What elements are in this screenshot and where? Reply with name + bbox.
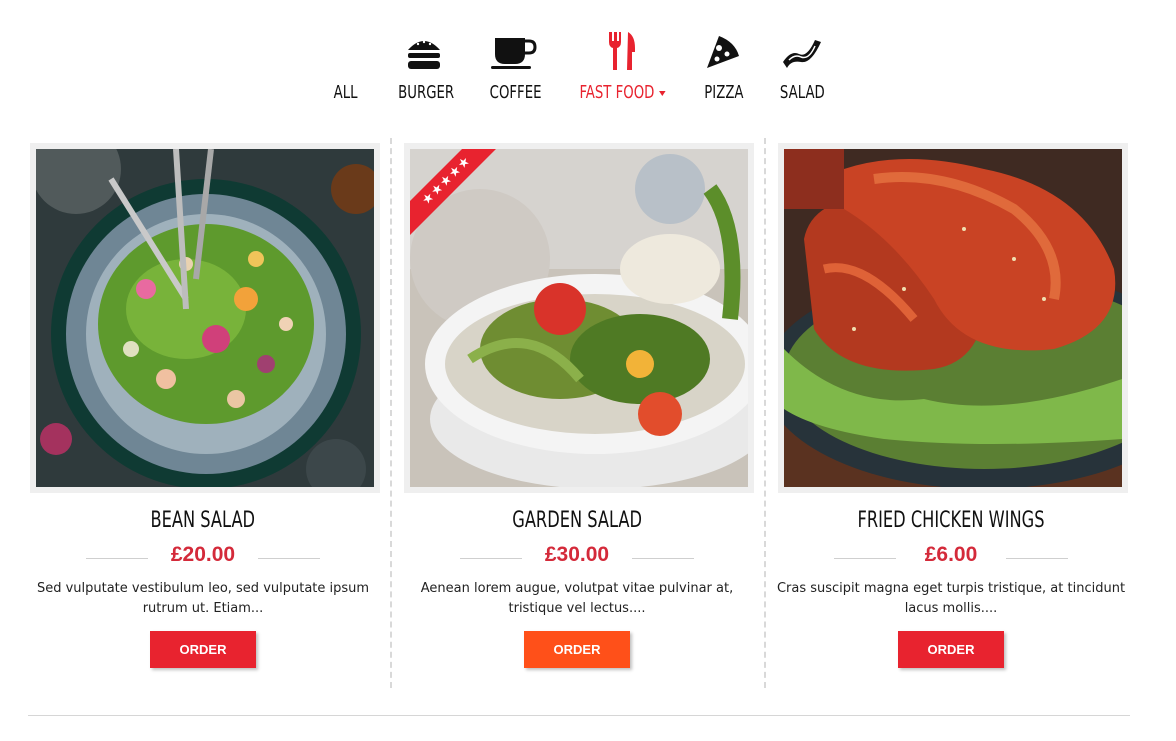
- column-divider: [390, 138, 392, 688]
- tab-coffee[interactable]: COFFEE: [484, 30, 544, 103]
- product-name[interactable]: FRIED CHICKEN WINGS: [857, 508, 1044, 533]
- order-button[interactable]: ORDER: [524, 631, 630, 668]
- category-filter-tabs: ALL BURGER COFFEE FAST FOOD PIZZA SALAD: [0, 30, 1176, 110]
- tab-burger-label: BURGER: [398, 82, 455, 103]
- product-name[interactable]: GARDEN SALAD: [512, 508, 642, 533]
- product-price: £30.00: [544, 543, 610, 566]
- product-image[interactable]: [30, 143, 380, 493]
- bacon-icon: [774, 30, 830, 70]
- order-button[interactable]: ORDER: [898, 631, 1004, 668]
- product-name[interactable]: BEAN SALAD: [151, 508, 256, 533]
- tab-all[interactable]: ALL: [328, 30, 364, 103]
- product-description: Cras suscipit magna eget turpis tristiqu…: [776, 581, 1126, 616]
- chevron-down-icon[interactable]: [659, 90, 666, 96]
- product-card: ★★★★★ GARDEN SALAD £30.00 Aenean lorem a…: [402, 143, 754, 688]
- tab-pizza-label: PIZZA: [704, 82, 744, 103]
- tab-salad-label: SALAD: [779, 82, 825, 103]
- tab-pizza[interactable]: PIZZA: [700, 30, 746, 103]
- divider: [1006, 558, 1068, 559]
- tab-salad[interactable]: SALAD: [774, 30, 830, 103]
- order-button[interactable]: ORDER: [150, 631, 256, 668]
- product-price: £20.00: [170, 543, 236, 566]
- tab-fast-food-label: FAST FOOD: [579, 82, 655, 103]
- divider: [258, 558, 320, 559]
- column-divider: [764, 138, 766, 688]
- fork-knife-icon: [570, 30, 672, 70]
- product-price: £6.00: [924, 543, 978, 566]
- tab-fast-food[interactable]: FAST FOOD: [570, 30, 672, 103]
- tab-all-label: ALL: [334, 82, 358, 103]
- product-description: Sed vulputate vestibulum leo, sed vulput…: [36, 581, 370, 616]
- divider: [632, 558, 694, 559]
- burger-icon: [392, 30, 456, 70]
- product-card: FRIED CHICKEN WINGS £6.00 Cras suscipit …: [776, 143, 1128, 688]
- product-grid: BEAN SALAD £20.00 Sed vulputate vestibul…: [28, 138, 1130, 688]
- product-description: Aenean lorem augue, volutpat vitae pulvi…: [420, 581, 734, 616]
- pizza-slice-icon: [700, 30, 746, 70]
- product-card: BEAN SALAD £20.00 Sed vulputate vestibul…: [28, 143, 380, 688]
- product-image[interactable]: [778, 143, 1128, 493]
- tab-coffee-label: COFFEE: [489, 82, 542, 103]
- section-divider: [28, 715, 1130, 716]
- product-image[interactable]: ★★★★★: [404, 143, 754, 493]
- tab-burger[interactable]: BURGER: [392, 30, 456, 103]
- coffee-cup-icon: [484, 30, 544, 70]
